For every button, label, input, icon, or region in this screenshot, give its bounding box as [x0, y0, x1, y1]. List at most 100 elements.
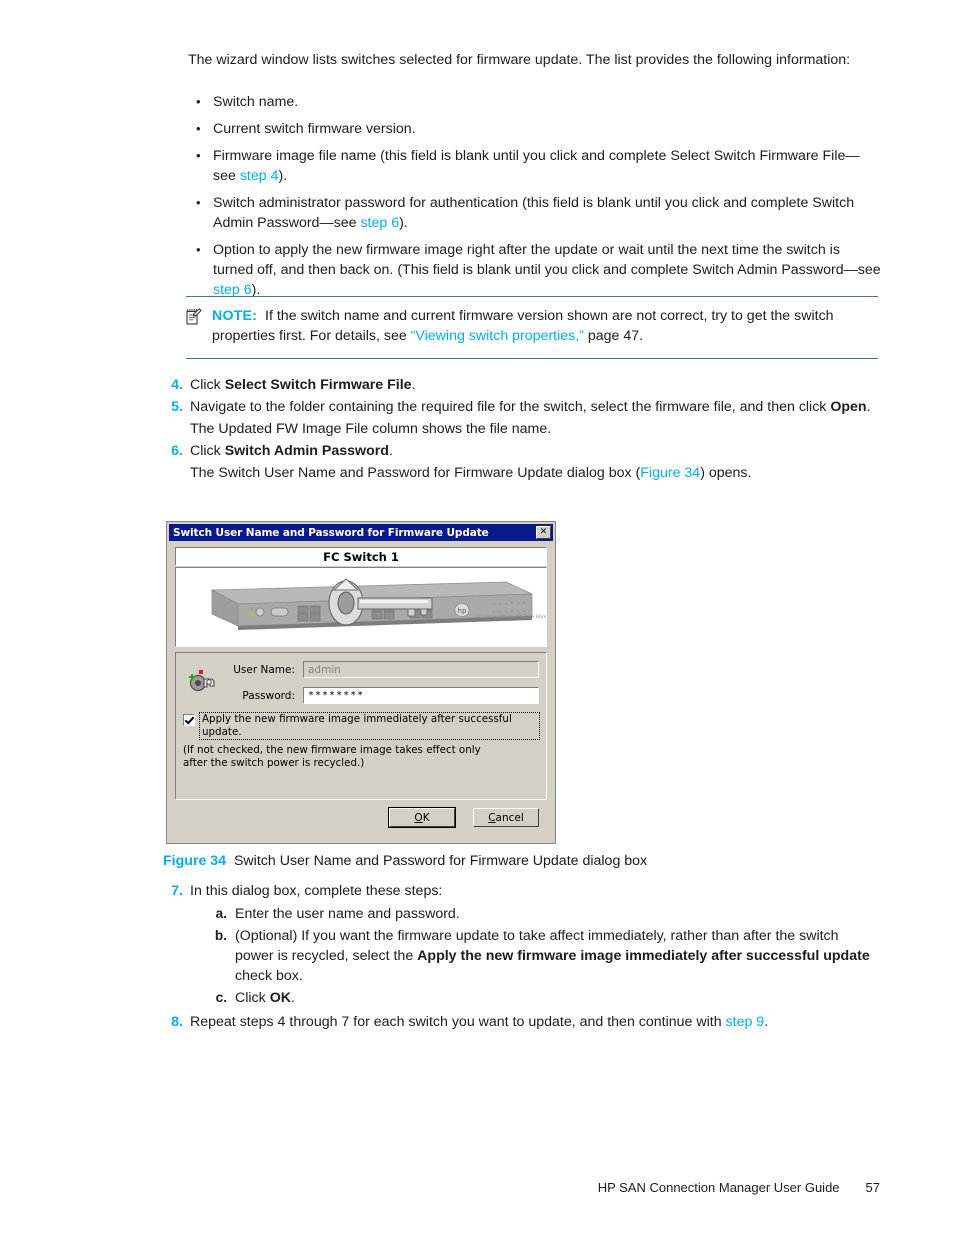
step-text-post: .: [866, 399, 871, 415]
close-icon[interactable]: ✕: [536, 526, 551, 539]
open-label: Open: [830, 399, 867, 415]
page-footer: HP SAN Connection Manager User Guide 57: [0, 1180, 954, 1195]
note-text-after: page 47.: [583, 328, 644, 344]
svg-text:HP StorageWorks 4/8 Base Fibre: HP StorageWorks 4/8 Base Fibre Channel S…: [476, 614, 547, 620]
step-list-upper: 4. Click Select Switch Firmware File. 5.…: [163, 375, 873, 485]
step-text: In this dialog box, complete these steps…: [190, 881, 873, 1010]
substep-letter: a.: [215, 906, 227, 921]
figure-caption: Figure 34 Switch User Name and Password …: [163, 851, 863, 871]
substep-text: (Optional) If you want the firmware upda…: [235, 926, 873, 986]
checkbox-helper-text: (If not checked, the new firmware image …: [183, 744, 481, 769]
dialog-titlebar: Switch User Name and Password for Firmwa…: [169, 524, 553, 541]
step-text-main: In this dialog box, complete these steps…: [190, 883, 443, 899]
substep-item-b: b. (Optional) If you want the firmware u…: [209, 926, 873, 986]
page-number: 57: [865, 1180, 880, 1195]
step-text-pre: Repeat steps 4 through 7 for each switch…: [190, 1014, 726, 1030]
step-text: Navigate to the folder containing the re…: [190, 397, 873, 439]
bullet-marker: •: [196, 121, 201, 136]
footer-guide-title: HP SAN Connection Manager User Guide: [597, 1180, 840, 1195]
password-row: Password: ********: [183, 687, 539, 704]
note-admonition: NOTE: If the switch name and current fir…: [186, 296, 878, 359]
switch-admin-password-label: Switch Admin Password: [224, 443, 389, 459]
step-number: 4.: [171, 377, 183, 393]
step-item-7: 7. In this dialog box, complete these st…: [163, 881, 873, 1010]
list-item: • Option to apply the new firmware image…: [192, 240, 882, 300]
substep-letter: b.: [214, 928, 227, 943]
substep-text-pre: Click: [235, 990, 270, 1006]
checkbox-checked-icon[interactable]: [183, 714, 195, 726]
figure-caption-text: Switch User Name and Password for Firmwa…: [233, 853, 648, 869]
step-text: Repeat steps 4 through 7 for each switch…: [190, 1012, 873, 1032]
dialog-title: Switch User Name and Password for Firmwa…: [173, 526, 489, 539]
select-switch-firmware-file-label: Select Switch Firmware File: [224, 377, 412, 393]
bullet-text: Switch name.: [213, 94, 299, 110]
step-text-pre: Click: [190, 443, 225, 459]
step-item-5: 5. Navigate to the folder containing the…: [163, 397, 873, 439]
step-text-pre: Navigate to the folder containing the re…: [190, 399, 831, 415]
list-item: • Current switch firmware version.: [192, 119, 882, 139]
substep-text: Click OK.: [235, 988, 873, 1008]
bullet-marker: •: [196, 242, 201, 257]
dialog-button-row: OK Cancel: [175, 807, 547, 828]
apply-firmware-checkbox-name: Apply the new firmware image immediately…: [417, 948, 870, 964]
list-item: • Firmware image file name (this field i…: [192, 146, 882, 186]
substep-text-post: .: [290, 990, 295, 1006]
bullet-list: • Switch name. • Current switch firmware…: [192, 92, 882, 307]
step-4-link[interactable]: step 4: [240, 168, 279, 184]
substep-list: a. Enter the user name and password. b. …: [209, 904, 873, 1008]
step-6-link[interactable]: step 6: [360, 215, 399, 231]
substep-letter: c.: [215, 990, 227, 1005]
viewing-switch-properties-link[interactable]: “Viewing switch properties,”: [411, 328, 584, 344]
note-pencil-icon: [186, 306, 212, 331]
substep-text-post: check box.: [235, 968, 303, 984]
note-rule-top: [186, 296, 878, 297]
step-continuation: The Updated FW Image File column shows t…: [190, 421, 552, 437]
ok-rest: K: [422, 811, 430, 824]
substep-item-c: c. Click OK.: [209, 988, 873, 1008]
figure-34-link[interactable]: Figure 34: [640, 465, 700, 481]
dialog-body: FC Switch 1 hp HP StorageWorks 4/8 Base …: [167, 541, 555, 833]
list-item: • Switch name.: [192, 92, 882, 112]
password-input[interactable]: ********: [303, 687, 539, 704]
apply-immediately-checkbox-row[interactable]: Apply the new firmware image immediately…: [183, 712, 540, 740]
step-text: Click Switch Admin Password. The Switch …: [190, 441, 873, 483]
step-text: Click Select Switch Firmware File.: [190, 375, 873, 395]
svg-text:hp: hp: [458, 607, 467, 615]
step-text-post: .: [411, 377, 416, 393]
document-page: The wizard window lists switches selecte…: [0, 0, 954, 1235]
ok-label: OK: [269, 990, 291, 1006]
bullet-text-pre: Option to apply the new firmware image r…: [213, 242, 881, 278]
bullet-text: Current switch firmware version.: [213, 121, 416, 137]
cancel-mnemonic: C: [488, 811, 496, 824]
bullet-marker: •: [196, 148, 201, 163]
bullet-marker: •: [196, 94, 201, 109]
step-text-post: .: [764, 1014, 769, 1030]
step-item-6: 6. Click Switch Admin Password. The Swit…: [163, 441, 873, 483]
cancel-button[interactable]: Cancel: [473, 808, 539, 827]
switch-credentials-dialog: Switch User Name and Password for Firmwa…: [166, 521, 556, 844]
bullet-marker: •: [196, 195, 201, 210]
substep-text: Enter the user name and password.: [235, 906, 460, 922]
bullet-text: Option to apply the new firmware image r…: [213, 240, 882, 300]
figure-label: Figure 34: [163, 853, 227, 869]
step-continuation: The Switch User Name and Password for Fi…: [190, 463, 873, 483]
note-body: NOTE: If the switch name and current fir…: [212, 306, 878, 346]
bullet-text: Switch administrator password for authen…: [213, 193, 882, 233]
step-number: 7.: [171, 883, 183, 899]
user-name-input[interactable]: admin: [303, 661, 539, 678]
key-icon: [185, 667, 217, 699]
password-label: Password:: [242, 689, 295, 702]
substep-item-a: a. Enter the user name and password.: [209, 904, 873, 924]
cancel-rest: ancel: [495, 811, 524, 824]
continuation-post: ) opens.: [700, 465, 752, 481]
ok-button[interactable]: OK: [388, 807, 456, 828]
step-text-post: .: [388, 443, 393, 459]
user-name-row: User Name: admin: [183, 661, 539, 678]
step-number: 5.: [171, 399, 183, 415]
switch-illustration: hp HP StorageWorks 4/8 Base Fibre Channe…: [175, 567, 547, 647]
bullet-text-pre: Firmware image file name (this field is …: [213, 148, 860, 184]
step-9-link[interactable]: step 9: [726, 1014, 765, 1030]
user-name-label: User Name:: [233, 663, 295, 676]
apply-immediately-label[interactable]: Apply the new firmware image immediately…: [199, 712, 540, 740]
ok-mnemonic: O: [414, 811, 423, 824]
